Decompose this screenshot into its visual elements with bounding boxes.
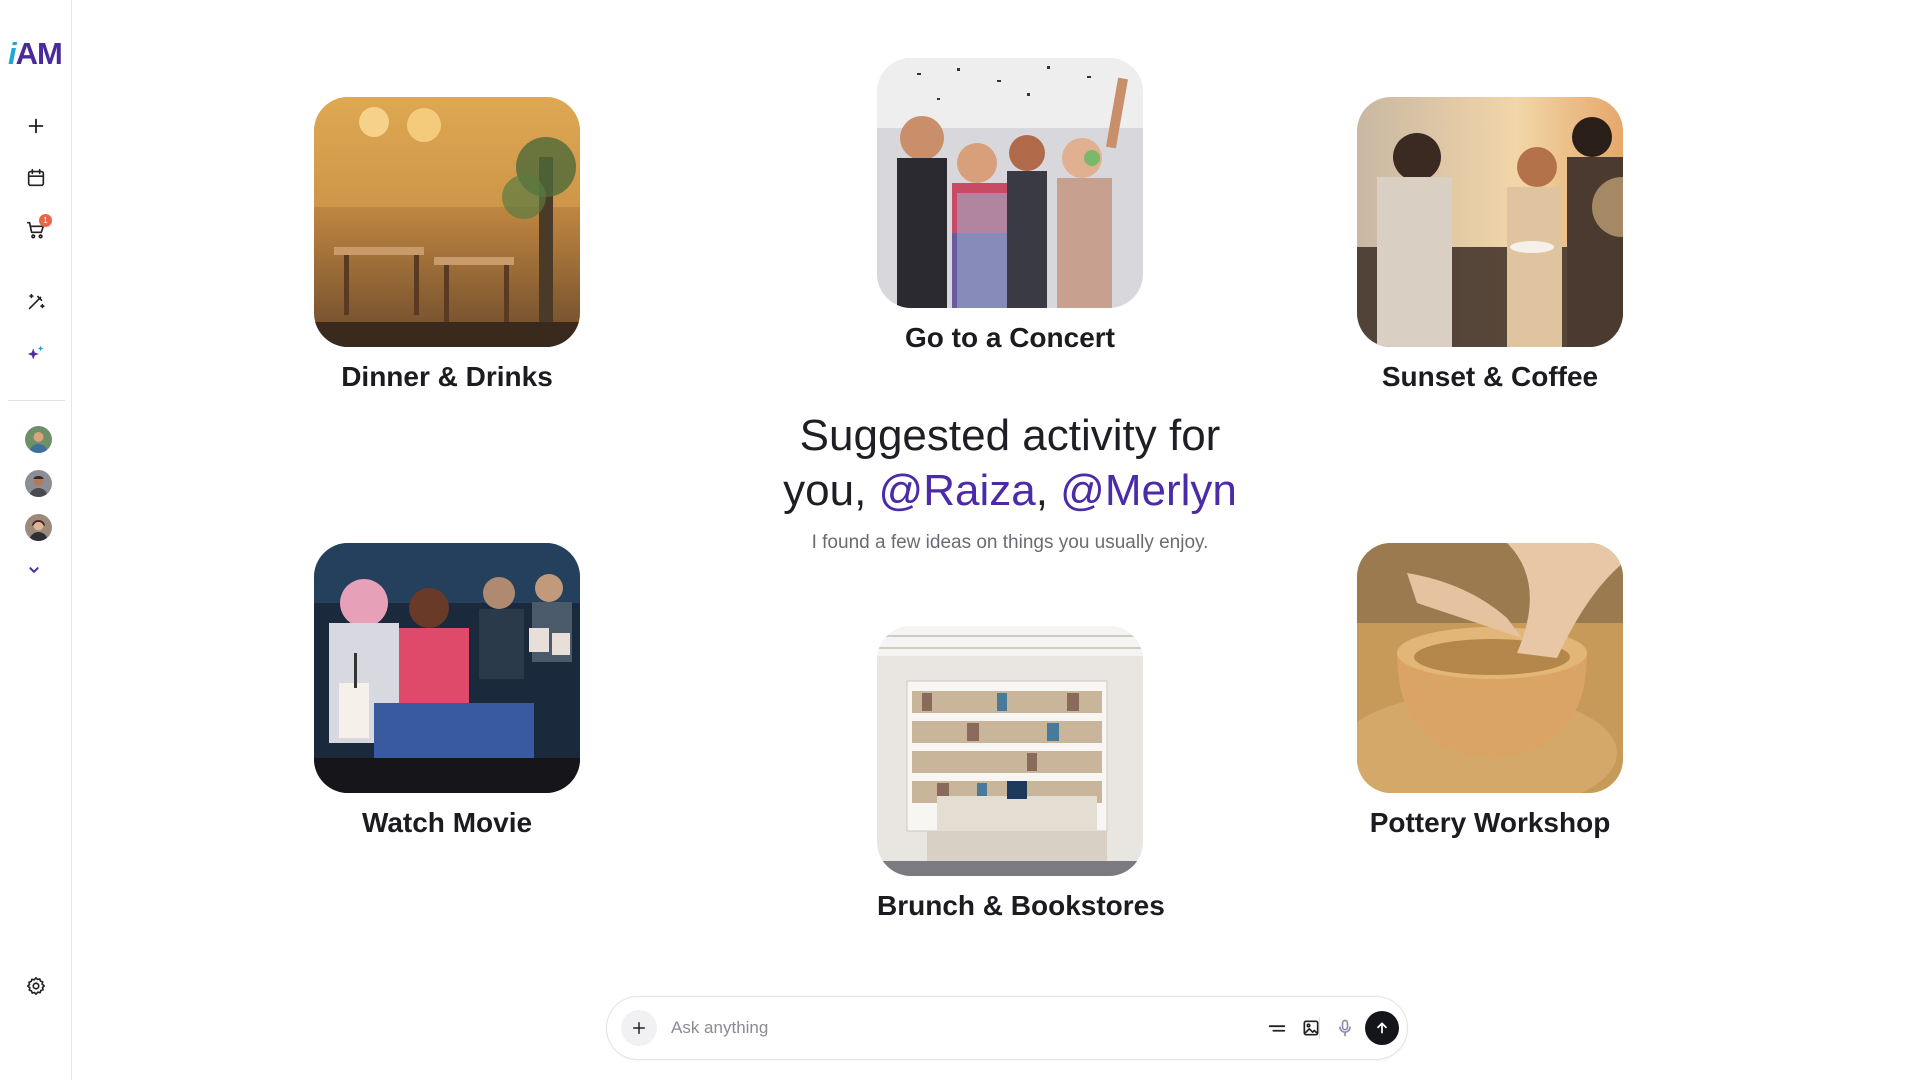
cart-button[interactable]: 1: [22, 214, 52, 244]
new-chat-button[interactable]: [22, 112, 50, 140]
arrow-up-icon: [1377, 1022, 1387, 1034]
avatar-image: [25, 470, 52, 497]
plus-icon: [633, 1022, 645, 1034]
activity-card-watch-movie[interactable]: Watch Movie: [314, 543, 580, 839]
cart-badge: 1: [39, 214, 52, 227]
magic-pen-icon: [28, 293, 45, 310]
avatar-image: [25, 426, 52, 453]
avatar-third[interactable]: [25, 514, 52, 541]
chevron-down-icon: [29, 567, 39, 573]
gear-icon: [26, 976, 46, 996]
suggestion-header: Suggested activity for you, @Raiza, @Mer…: [760, 408, 1260, 554]
sunset-coffee-image: [1357, 97, 1623, 347]
calendar-button[interactable]: [22, 164, 50, 192]
activity-label: Pottery Workshop: [1369, 807, 1611, 838]
composer-divider: [1319, 1017, 1320, 1039]
activity-card-pottery-workshop[interactable]: Pottery Workshop: [1357, 543, 1623, 839]
brunch-bookstores-image: [877, 626, 1143, 876]
ai-sparkles-button[interactable]: [22, 340, 50, 368]
mention-merlyn[interactable]: @Merlyn: [1060, 466, 1237, 515]
plus-icon: [28, 118, 44, 134]
avatar-raiza[interactable]: [25, 426, 52, 453]
send-button[interactable]: [1365, 1011, 1399, 1045]
concert-image: [877, 58, 1143, 308]
sparkles-icon: [27, 345, 44, 360]
image-upload-button[interactable]: [1297, 1014, 1325, 1042]
activity-label: Dinner & Drinks: [341, 361, 553, 392]
lines-icon: [1268, 1025, 1286, 1032]
activity-label: Brunch & Bookstores: [877, 890, 1165, 921]
activity-card-brunch-bookstores[interactable]: Brunch & Bookstores: [877, 626, 1165, 922]
chat-composer: [606, 996, 1408, 1060]
activity-card-sunset-coffee[interactable]: Sunset & Coffee: [1357, 97, 1623, 393]
activity-label: Sunset & Coffee: [1381, 361, 1599, 392]
image-icon: [1303, 1020, 1319, 1036]
watch-movie-image: [314, 543, 580, 793]
voice-input-button[interactable]: [1331, 1014, 1359, 1042]
app-logo[interactable]: iAM: [8, 36, 63, 72]
dinner-drinks-image: [314, 97, 580, 347]
activity-card-concert[interactable]: Go to a Concert: [877, 58, 1143, 354]
magic-edit-button[interactable]: [22, 288, 50, 316]
avatar-merlyn[interactable]: [25, 470, 52, 497]
page-subtitle: I found a few ideas on things you usuall…: [811, 532, 1209, 553]
page-title: Suggested activity for you, @Raiza, @Mer…: [783, 411, 1237, 515]
sidebar-divider: [8, 400, 65, 401]
pottery-workshop-image: [1357, 543, 1623, 793]
ask-input[interactable]: [671, 1013, 1231, 1043]
sidebar: iAM 1: [0, 0, 72, 1080]
attach-button[interactable]: [621, 1010, 657, 1046]
mic-icon: [1339, 1019, 1351, 1037]
avatar-image: [25, 514, 52, 541]
more-avatars-button[interactable]: [20, 556, 48, 584]
mention-raiza[interactable]: @Raiza: [879, 466, 1036, 515]
settings-button[interactable]: [22, 972, 50, 1000]
activity-label: Go to a Concert: [904, 322, 1115, 353]
calendar-icon: [27, 168, 45, 187]
format-button[interactable]: [1263, 1014, 1291, 1042]
activity-label: Watch Movie: [361, 807, 533, 838]
activity-card-dinner-drinks[interactable]: Dinner & Drinks: [314, 97, 580, 393]
